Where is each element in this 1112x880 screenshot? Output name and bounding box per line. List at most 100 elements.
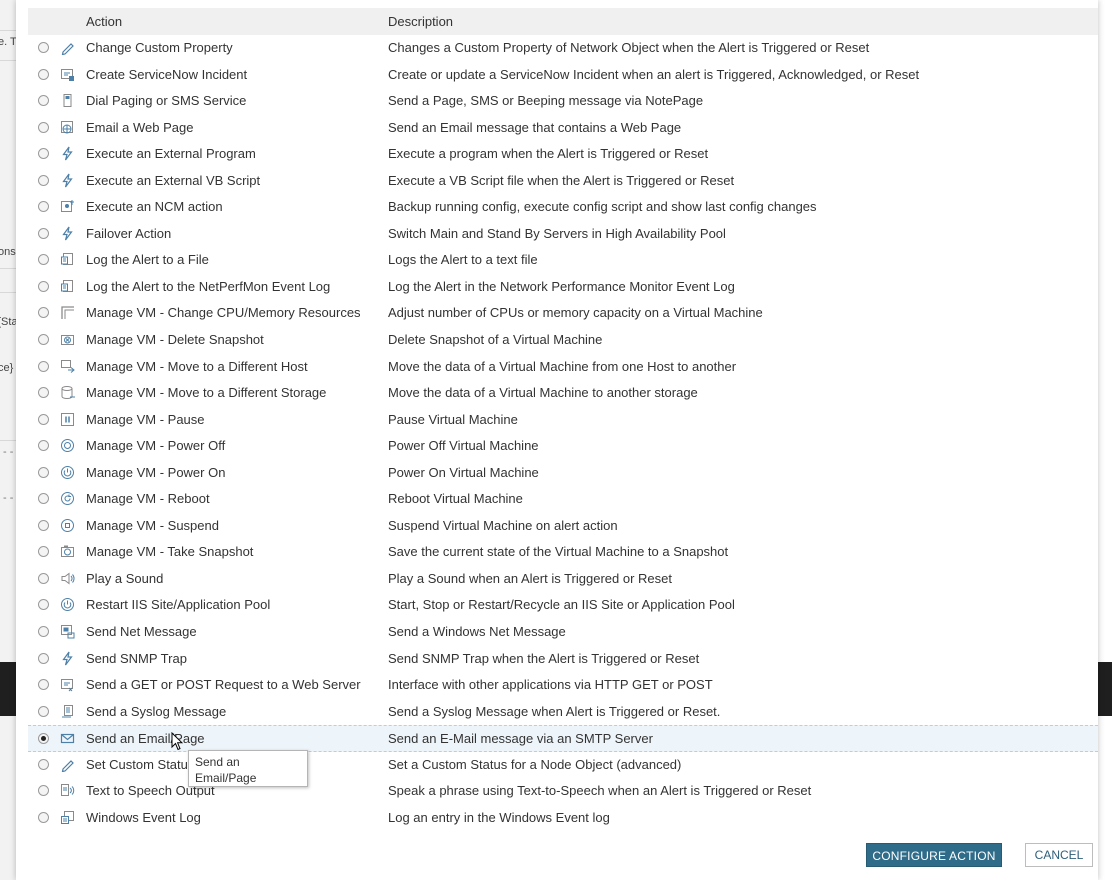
table-row[interactable]: Execute an External Program Execute a pro…	[28, 141, 1098, 168]
text-to-speech-icon	[60, 783, 75, 798]
action-name: Manage VM - Pause	[86, 411, 205, 427]
action-description: Play a Sound when an Alert is Triggered …	[388, 570, 672, 586]
action-radio[interactable]	[38, 440, 49, 452]
table-row[interactable]: Manage VM - Take Snapshot Save the curren…	[28, 539, 1098, 566]
action-radio[interactable]	[38, 679, 49, 691]
pencil-icon	[60, 757, 75, 772]
action-radio[interactable]	[38, 307, 49, 319]
pencil-icon	[60, 40, 75, 55]
action-name: Execute an External Program	[86, 146, 256, 162]
event-log-icon	[60, 810, 75, 825]
background-text: [Sta	[0, 316, 16, 328]
action-name: Manage VM - Power On	[86, 464, 226, 480]
action-radio[interactable]	[38, 174, 49, 186]
action-name: Windows Event Log	[86, 809, 201, 825]
action-description: Send an E-Mail message via an SMTP Serve…	[388, 731, 653, 747]
pause-icon	[60, 412, 75, 427]
action-name: Restart IIS Site/Application Pool	[86, 597, 271, 613]
table-row[interactable]: Send a GET or POST Request to a Web Serv…	[28, 672, 1098, 699]
background-text: ons	[0, 246, 16, 258]
action-radio[interactable]	[38, 95, 49, 107]
action-radio[interactable]	[38, 68, 49, 80]
action-radio[interactable]	[38, 572, 49, 584]
action-radio[interactable]	[38, 758, 49, 770]
table-row[interactable]: Send SNMP Trap Send SNMP Trap when the Al…	[28, 646, 1098, 673]
table-row[interactable]: Manage VM - Power Off Power Off Virtual M…	[28, 433, 1098, 460]
table-row[interactable]: Create ServiceNow Incident Create or upda…	[28, 62, 1098, 89]
action-radio[interactable]	[38, 599, 49, 611]
table-row[interactable]: Execute an NCM action Backup running conf…	[28, 194, 1098, 221]
action-name: Manage VM - Power Off	[86, 438, 226, 454]
action-radio[interactable]	[38, 334, 49, 346]
action-description: Backup running config, execute config sc…	[388, 199, 817, 215]
table-row[interactable]: Manage VM - Reboot Reboot Virtual Machine	[28, 486, 1098, 513]
action-name: Manage VM - Move to a Different Host	[86, 358, 308, 374]
action-radio[interactable]	[38, 811, 49, 823]
action-radio[interactable]	[38, 201, 49, 213]
action-radio[interactable]	[38, 121, 49, 133]
action-name: Manage VM - Take Snapshot	[86, 544, 254, 560]
table-row[interactable]: Manage VM - Suspend Suspend Virtual Machi…	[28, 513, 1098, 540]
action-name: Send a GET or POST Request to a Web Serv…	[86, 677, 361, 693]
action-radio[interactable]	[38, 626, 49, 638]
action-radio[interactable]	[38, 493, 49, 505]
action-radio[interactable]	[38, 705, 49, 717]
lightning-icon	[60, 226, 75, 241]
action-radio[interactable]	[38, 280, 49, 292]
action-name: Execute an External VB Script	[86, 172, 261, 188]
configure-action-button[interactable]: CONFIGURE ACTION	[866, 843, 1002, 867]
table-row[interactable]: Manage VM - Move to a Different Storage M…	[28, 380, 1098, 407]
table-row[interactable]: Execute an External VB Script Execute a V…	[28, 168, 1098, 195]
background-text: ce}	[0, 362, 14, 374]
table-row[interactable]: Send an Email/Page Send an E-Mail message…	[28, 725, 1098, 752]
action-name: Send a Syslog Message	[86, 703, 227, 719]
action-radio[interactable]	[38, 254, 49, 266]
action-radio[interactable]	[38, 227, 49, 239]
web-page-icon	[60, 120, 75, 135]
action-description: Send a Syslog Message when Alert is Trig…	[388, 703, 721, 719]
action-radio[interactable]	[38, 466, 49, 478]
table-row[interactable]: Send a Syslog Message Send a Syslog Messa…	[28, 699, 1098, 726]
table-row[interactable]: Email a Web Page Send an Email message th…	[28, 115, 1098, 142]
table-row[interactable]: Manage VM - Delete Snapshot Delete Snapsh…	[28, 327, 1098, 354]
lightning-icon	[60, 146, 75, 161]
tooltip-line: Email/Page	[195, 771, 257, 785]
table-row[interactable]: Play a Sound Play a Sound when an Alert i…	[28, 566, 1098, 593]
action-description: Start, Stop or Restart/Recycle an IIS Si…	[388, 597, 735, 613]
table-row[interactable]: Change Custom Property Changes a Custom P…	[28, 35, 1098, 62]
column-header-action[interactable]: Action	[86, 14, 122, 29]
action-radio[interactable]	[38, 733, 49, 745]
column-header-description[interactable]: Description	[388, 14, 453, 29]
table-row[interactable]: Manage VM - Change CPU/Memory Resources A…	[28, 300, 1098, 327]
action-description: Power On Virtual Machine	[388, 464, 539, 480]
table-row[interactable]: Log the Alert to the NetPerfMon Event Lo…	[28, 274, 1098, 301]
camera-icon	[60, 544, 75, 559]
action-description: Changes a Custom Property of Network Obj…	[388, 40, 870, 55]
table-row[interactable]: Dial Paging or SMS Service Send a Page, S…	[28, 88, 1098, 115]
table-row[interactable]: Failover Action Switch Main and Stand By …	[28, 221, 1098, 248]
action-description: Logs the Alert to a text file	[388, 252, 538, 268]
action-radio[interactable]	[38, 546, 49, 558]
table-row[interactable]: Log the Alert to a File Logs the Alert to…	[28, 247, 1098, 274]
action-name: Manage VM - Change CPU/Memory Resources	[86, 305, 361, 321]
action-radio[interactable]	[38, 652, 49, 664]
action-radio[interactable]	[38, 519, 49, 531]
table-row[interactable]: Windows Event Log Log an entry in the Win…	[28, 805, 1098, 832]
action-radio[interactable]	[38, 42, 49, 53]
action-name: Manage VM - Suspend	[86, 517, 219, 533]
action-radio[interactable]	[38, 387, 49, 399]
action-name: Execute an NCM action	[86, 199, 223, 215]
action-radio[interactable]	[38, 148, 49, 160]
table-row[interactable]: Manage VM - Power On Power On Virtual Mac…	[28, 460, 1098, 487]
table-row[interactable]: Manage VM - Move to a Different Host Move…	[28, 354, 1098, 381]
action-radio[interactable]	[38, 413, 49, 425]
action-radio[interactable]	[38, 785, 49, 797]
table-row[interactable]: Manage VM - Pause Pause Virtual Machine	[28, 407, 1098, 434]
table-row[interactable]: Send Net Message Send a Windows Net Messa…	[28, 619, 1098, 646]
table-row[interactable]: Restart IIS Site/Application Pool Start, …	[28, 592, 1098, 619]
cancel-button[interactable]: CANCEL	[1025, 843, 1093, 867]
lightning-icon	[60, 651, 75, 666]
action-radio[interactable]	[38, 360, 49, 372]
action-description: Pause Virtual Machine	[388, 411, 518, 427]
action-description: Send a Windows Net Message	[388, 624, 566, 640]
